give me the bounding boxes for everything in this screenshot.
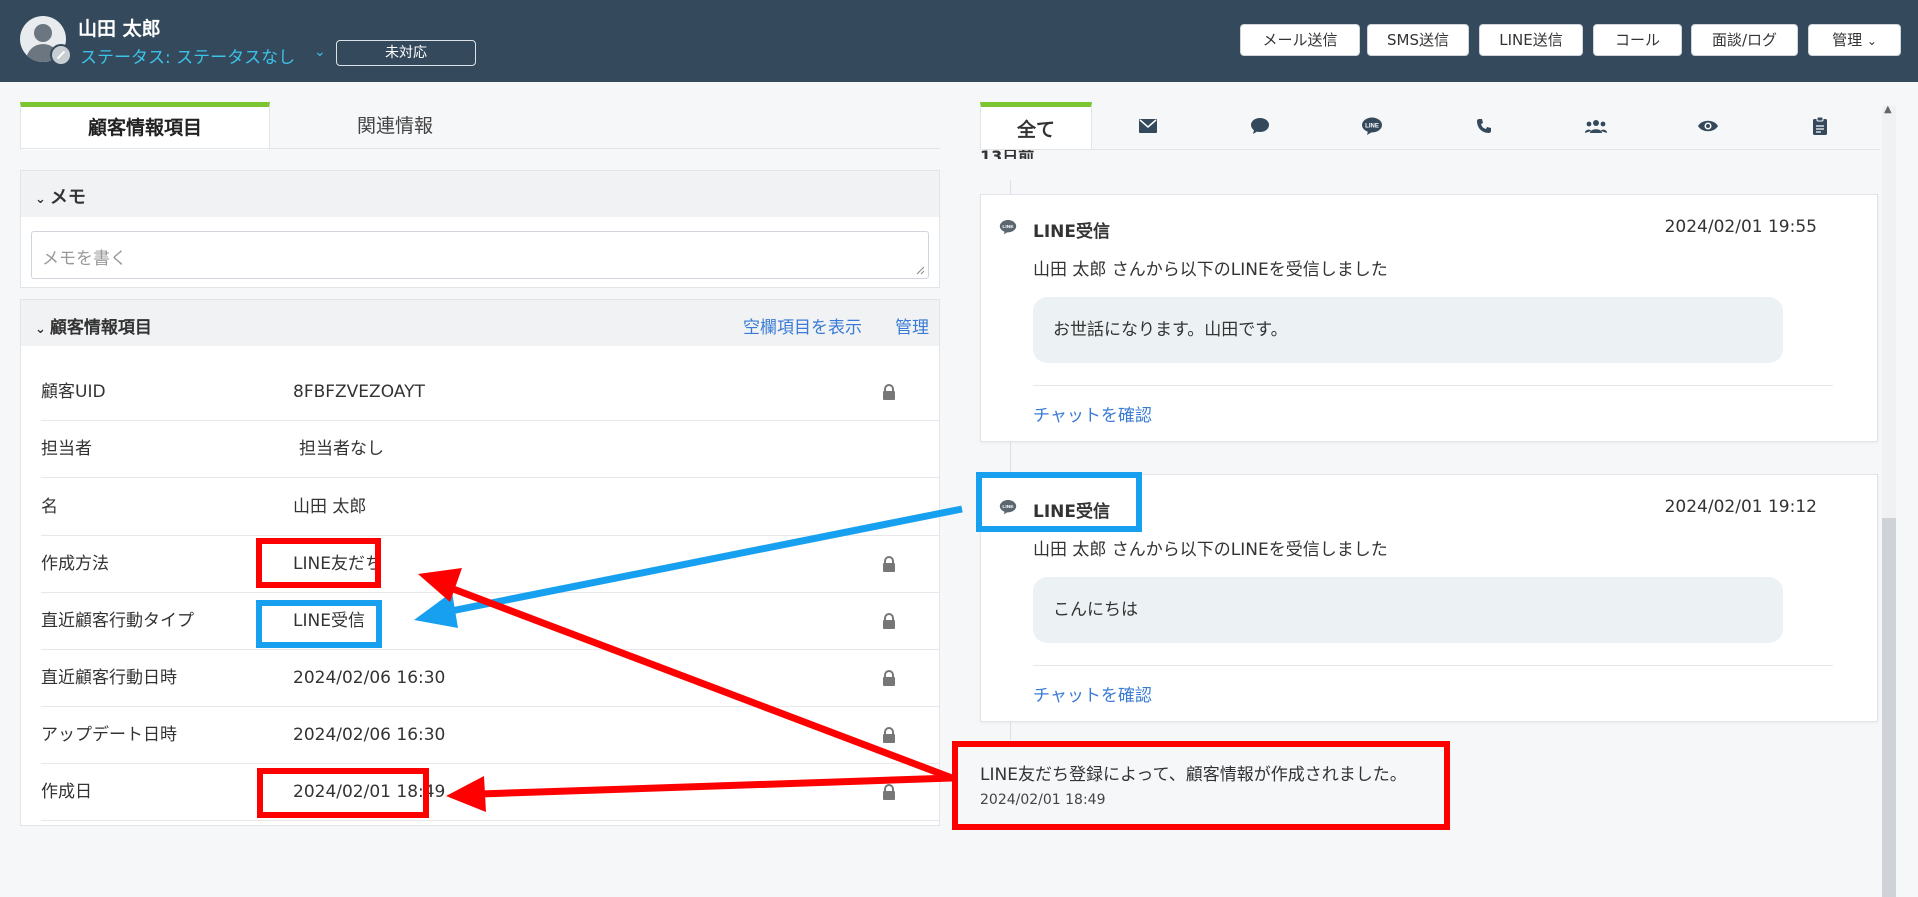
field-label: 名 bbox=[41, 497, 58, 517]
eye-icon bbox=[1698, 120, 1718, 132]
send-line-button[interactable]: LINE送信 bbox=[1479, 24, 1583, 56]
field-label: 直近顧客行動タイプ bbox=[41, 611, 194, 631]
customer-info-header[interactable]: ⌄ 顧客情報項目 空欄項目を表示 管理 bbox=[21, 300, 939, 346]
page-header: 山田 太郎 ステータス: ステータスなし ⌄ 未対応 メール送信 SMS送信 L… bbox=[0, 0, 1918, 82]
name-field[interactable]: 山田 太郎 bbox=[293, 479, 366, 535]
response-status-pill[interactable]: 未対応 bbox=[336, 40, 476, 66]
customer-info-title: 顧客情報項目 bbox=[49, 318, 152, 338]
event-description: 山田 太郎 さんから以下のLINEを受信しました bbox=[1033, 540, 1388, 560]
event-divider bbox=[1033, 665, 1833, 666]
field-value: 2024/02/06 16:30 bbox=[293, 725, 446, 745]
show-empty-fields-link[interactable]: 空欄項目を表示 bbox=[743, 313, 862, 338]
event-description: 山田 太郎 さんから以下のLINEを受信しました bbox=[1033, 260, 1388, 280]
lock-icon bbox=[883, 384, 895, 400]
chat-icon bbox=[1251, 118, 1269, 134]
view-chat-link[interactable]: チャットを確認 bbox=[1033, 401, 1152, 426]
mail-icon bbox=[1139, 119, 1157, 133]
line-icon: LINE bbox=[1362, 117, 1382, 135]
field-value: 2024/02/06 16:30 bbox=[293, 668, 446, 688]
annotation-box-line-received bbox=[976, 472, 1142, 532]
svg-text:LINE: LINE bbox=[1002, 224, 1014, 230]
field-row-updated-at: アップデート日時 2024/02/06 16:30 bbox=[41, 707, 939, 764]
manage-fields-link[interactable]: 管理 bbox=[895, 313, 929, 338]
memo-header[interactable]: ⌄ メモ bbox=[21, 171, 939, 217]
no-status-icon bbox=[50, 44, 72, 66]
field-value: 8FBFZVEZOAYT bbox=[293, 382, 425, 402]
event-divider bbox=[1033, 385, 1833, 386]
call-button[interactable]: コール bbox=[1593, 24, 1682, 56]
manage-label: 管理 bbox=[1832, 31, 1863, 49]
event-time: 2024/02/01 19:55 bbox=[1664, 217, 1817, 237]
line-icon: LINE bbox=[999, 220, 1017, 235]
tab-meeting[interactable] bbox=[1540, 102, 1652, 150]
tab-phone[interactable] bbox=[1428, 102, 1540, 150]
memo-input[interactable]: メモを書く bbox=[31, 231, 929, 279]
field-row-uid: 顧客UID 8FBFZVEZOAYT bbox=[41, 364, 939, 421]
annotation-box-creation-method bbox=[256, 538, 381, 588]
event-time: 2024/02/01 19:12 bbox=[1664, 497, 1817, 517]
tab-mail[interactable] bbox=[1092, 102, 1204, 150]
send-sms-button[interactable]: SMS送信 bbox=[1367, 24, 1469, 56]
chevron-down-icon: ⌄ bbox=[35, 192, 46, 207]
annotation-box-system-event bbox=[952, 741, 1450, 830]
lock-icon bbox=[883, 784, 895, 800]
resize-handle-icon[interactable] bbox=[915, 265, 925, 275]
event-title: LINE受信 bbox=[1033, 222, 1110, 242]
field-row-creation-method: 作成方法 LINE友だち bbox=[41, 536, 939, 593]
field-label: 担当者 bbox=[41, 439, 92, 459]
timeline-scrollbar-thumb[interactable] bbox=[1882, 518, 1896, 897]
clipboard-icon bbox=[1813, 117, 1827, 135]
customer-name: 山田 太郎 bbox=[78, 18, 161, 40]
field-label: アップデート日時 bbox=[41, 725, 177, 745]
tab-all[interactable]: 全て bbox=[980, 102, 1092, 150]
line-message-bubble: お世話になります。山田です。 bbox=[1033, 297, 1783, 363]
timeline-event-line-received: LINE LINE受信 2024/02/01 19:55 山田 太郎 さんから以… bbox=[980, 194, 1878, 442]
chevron-down-icon[interactable]: ⌄ bbox=[314, 44, 326, 60]
memo-card: ⌄ メモ メモを書く bbox=[20, 170, 940, 288]
tab-tasks[interactable] bbox=[1764, 102, 1876, 150]
tab-view[interactable] bbox=[1652, 102, 1764, 150]
tab-chat[interactable] bbox=[1204, 102, 1316, 150]
timeline-tab-divider bbox=[980, 149, 1880, 150]
field-row-name: 名 山田 太郎 bbox=[41, 479, 939, 536]
lock-icon bbox=[883, 727, 895, 743]
field-label: 作成日 bbox=[41, 782, 92, 802]
timeline-tabs: 全て LINE bbox=[980, 102, 1880, 150]
scroll-up-arrow-icon[interactable]: ▲ bbox=[1884, 104, 1892, 115]
field-row-assignee: 担当者 担当者なし bbox=[41, 421, 939, 478]
lock-icon bbox=[883, 670, 895, 686]
tab-divider bbox=[20, 148, 940, 149]
status-dropdown[interactable]: ステータス: ステータスなし bbox=[80, 43, 295, 68]
assignee-select[interactable]: 担当者なし bbox=[299, 421, 384, 477]
field-row-created-at: 作成日 2024/02/01 18:49 bbox=[41, 764, 939, 821]
view-chat-link[interactable]: チャットを確認 bbox=[1033, 681, 1152, 706]
chevron-down-icon: ⌄ bbox=[35, 322, 46, 337]
chevron-down-icon: ⌄ bbox=[1866, 34, 1877, 48]
annotation-box-created-at bbox=[257, 768, 429, 818]
meeting-log-button[interactable]: 面談/ログ bbox=[1691, 24, 1798, 56]
field-label: 作成方法 bbox=[41, 554, 109, 574]
tab-line[interactable]: LINE bbox=[1316, 102, 1428, 150]
memo-title: メモ bbox=[49, 187, 86, 208]
phone-icon bbox=[1477, 119, 1491, 133]
tab-customer-info[interactable]: 顧客情報項目 bbox=[20, 102, 270, 150]
field-label: 直近顧客行動日時 bbox=[41, 668, 177, 688]
manage-menu-button[interactable]: 管理 ⌄ bbox=[1808, 24, 1901, 56]
field-label: 顧客UID bbox=[41, 382, 106, 402]
people-icon bbox=[1585, 120, 1607, 133]
svg-text:LINE: LINE bbox=[1365, 124, 1379, 130]
field-row-last-action-type: 直近顧客行動タイプ LINE受信 bbox=[41, 593, 939, 650]
lock-icon bbox=[883, 613, 895, 629]
tab-related-info[interactable]: 関連情報 bbox=[270, 102, 520, 150]
customer-info-card: ⌄ 顧客情報項目 空欄項目を表示 管理 顧客UID 8FBFZVEZOAYT 担当… bbox=[20, 299, 940, 826]
send-email-button[interactable]: メール送信 bbox=[1240, 24, 1360, 56]
line-message-bubble: こんにちは bbox=[1033, 577, 1783, 643]
annotation-box-last-action-type bbox=[256, 600, 382, 648]
lock-icon bbox=[883, 556, 895, 572]
field-row-last-action-date: 直近顧客行動日時 2024/02/06 16:30 bbox=[41, 650, 939, 707]
